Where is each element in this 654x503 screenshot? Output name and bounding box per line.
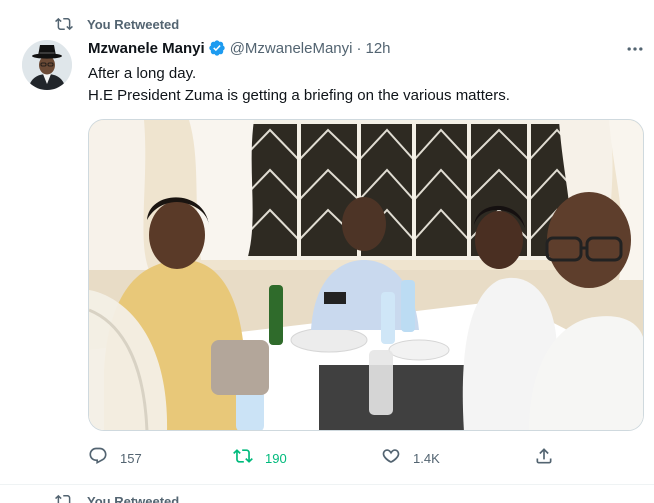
author-handle[interactable]: @MzwaneleManyi: [230, 40, 353, 57]
tweet-text-line: After a long day.: [88, 65, 197, 82]
reply-button[interactable]: 157: [88, 446, 142, 470]
retweet-icon: [233, 446, 253, 471]
tweet-text-line: H.E President Zuma is getting a briefing…: [88, 87, 510, 104]
retweet-icon: [55, 15, 73, 33]
tweet-photo[interactable]: [88, 119, 644, 431]
like-button[interactable]: 1.4K: [381, 446, 440, 470]
timestamp[interactable]: 12h: [365, 40, 390, 57]
tweet-divider: [0, 484, 654, 485]
reply-icon: [88, 446, 108, 471]
verified-badge-icon: [208, 39, 226, 57]
retweet-context: You Retweeted: [55, 14, 179, 34]
next-retweet-context: You Retweeted: [55, 491, 179, 503]
separator-dot: ·: [356, 39, 362, 57]
like-count: 1.4K: [413, 450, 440, 466]
share-button[interactable]: [534, 446, 554, 470]
author-name[interactable]: Mzwanele Manyi: [88, 40, 205, 57]
retweet-count: 190: [265, 450, 287, 466]
tweet-actions: 157 190 1.4K: [88, 446, 558, 470]
more-icon[interactable]: [622, 38, 648, 60]
avatar[interactable]: [22, 40, 72, 90]
tweet-card[interactable]: You Retweeted Mzwanele Manyi @MzwaneleMa…: [0, 0, 654, 485]
tweet-text: After a long day. H.E President Zuma is …: [88, 63, 638, 107]
reply-count: 157: [120, 450, 142, 466]
retweet-context-label[interactable]: You Retweeted: [87, 17, 179, 32]
share-icon: [534, 446, 554, 471]
retweet-icon: [55, 492, 73, 503]
heart-icon: [381, 446, 401, 471]
retweet-context-label[interactable]: You Retweeted: [87, 494, 179, 503]
retweet-button[interactable]: 190: [233, 446, 287, 470]
tweet-header: Mzwanele Manyi @MzwaneleManyi · 12h: [88, 38, 391, 58]
